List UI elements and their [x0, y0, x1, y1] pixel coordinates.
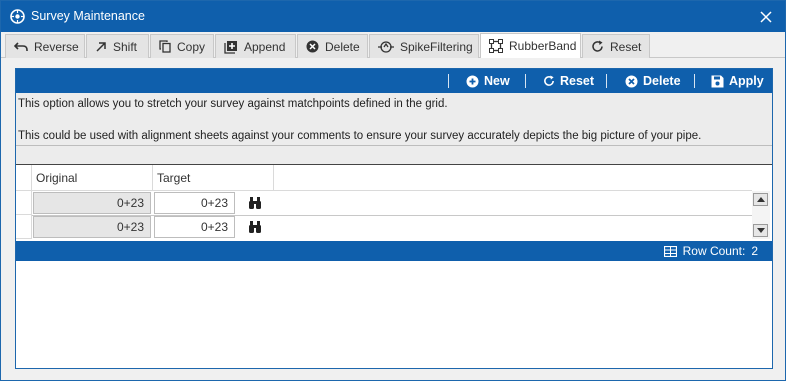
triangle-up-icon	[756, 197, 765, 202]
delete-button[interactable]: Delete	[625, 69, 681, 93]
header-row-selector	[16, 165, 32, 191]
column-header-filler	[274, 165, 752, 191]
survey-maintenance-window: Survey Maintenance Reverse Shift Copy Ap…	[0, 0, 786, 381]
tab-spikefiltering[interactable]: SpikeFiltering	[369, 34, 479, 58]
tab-copy[interactable]: Copy	[150, 34, 214, 58]
tab-label: Reset	[610, 39, 642, 54]
grid-group-band	[16, 146, 772, 165]
add-box-icon	[224, 40, 237, 54]
tab-label: SpikeFiltering	[400, 39, 473, 54]
column-header-original[interactable]: Original	[32, 165, 153, 191]
binoculars-icon[interactable]	[248, 196, 262, 210]
tab-delete[interactable]: Delete	[297, 34, 368, 58]
description-line-2: This could be used with alignment sheets…	[18, 130, 702, 142]
toolbar-separator	[525, 74, 526, 88]
tab-strip: Reverse Shift Copy Append Delete SpikeFi…	[1, 32, 785, 58]
original-cell: 0+23	[33, 192, 151, 214]
target-cell[interactable]: 0+23	[154, 192, 235, 214]
apply-label: Apply	[729, 74, 764, 88]
row-selector[interactable]	[16, 215, 32, 239]
rubberband-panel: New Reset Delete Apply This option allow…	[15, 68, 773, 369]
matchpoint-grid: Original Target 0+23 0+23 0+23 0+23	[16, 165, 772, 241]
refresh-icon	[592, 40, 603, 52]
delete-label: Delete	[643, 74, 681, 88]
tab-label: Shift	[113, 39, 138, 54]
close-icon	[760, 10, 772, 23]
tab-label: RubberBand	[509, 39, 577, 53]
row-selector[interactable]	[16, 191, 32, 215]
row-count-value: 2	[751, 244, 758, 258]
apply-button[interactable]: Apply	[711, 69, 764, 93]
delete-circle-icon	[625, 75, 638, 87]
table-icon	[663, 245, 677, 257]
close-button[interactable]	[753, 4, 779, 29]
tab-reverse[interactable]: Reverse	[5, 34, 85, 58]
row-count: Row Count: 2	[663, 244, 758, 258]
title-bar: Survey Maintenance	[1, 1, 785, 32]
delete-circle-icon	[306, 40, 319, 53]
tab-reset[interactable]: Reset	[582, 34, 650, 58]
scroll-down-button[interactable]	[753, 224, 768, 237]
triangle-down-icon	[756, 228, 765, 233]
tab-append[interactable]: Append	[215, 34, 296, 58]
toolbar-separator	[448, 74, 449, 88]
rubberband-icon	[489, 39, 503, 53]
description-line-1: This option allows you to stretch your s…	[18, 98, 448, 110]
action-toolbar: New Reset Delete Apply	[16, 69, 772, 93]
toolbar-separator	[606, 74, 607, 88]
binoculars-icon[interactable]	[248, 220, 262, 234]
reset-label: Reset	[560, 74, 595, 88]
target-cell[interactable]: 0+23	[154, 216, 235, 238]
app-icon	[10, 9, 25, 24]
tab-label: Copy	[177, 39, 206, 54]
tab-label: Reverse	[34, 39, 79, 54]
column-header-target[interactable]: Target	[153, 165, 274, 191]
status-bar: Row Count: 2	[16, 241, 772, 261]
refresh-icon	[544, 75, 554, 86]
spike-filter-icon	[378, 40, 394, 53]
grid-scrollbar[interactable]	[752, 191, 770, 239]
description-area: This option allows you to stretch your s…	[16, 93, 772, 146]
reset-button[interactable]: Reset	[543, 69, 594, 93]
arrow-up-right-icon	[96, 41, 106, 52]
tab-label: Delete	[325, 39, 360, 54]
scroll-up-button[interactable]	[753, 193, 768, 206]
copy-icon	[159, 40, 171, 53]
new-button[interactable]: New	[466, 69, 510, 93]
row-count-label: Row Count:	[682, 244, 746, 258]
new-label: New	[484, 74, 510, 88]
window-title: Survey Maintenance	[31, 9, 145, 23]
original-cell: 0+23	[33, 216, 151, 238]
tab-shift[interactable]: Shift	[86, 34, 149, 58]
toolbar-separator	[694, 74, 695, 88]
add-circle-icon	[466, 75, 479, 87]
undo-icon	[14, 41, 28, 51]
tab-label: Append	[244, 39, 286, 54]
tab-rubberband[interactable]: RubberBand	[480, 33, 581, 58]
save-icon	[711, 75, 724, 87]
